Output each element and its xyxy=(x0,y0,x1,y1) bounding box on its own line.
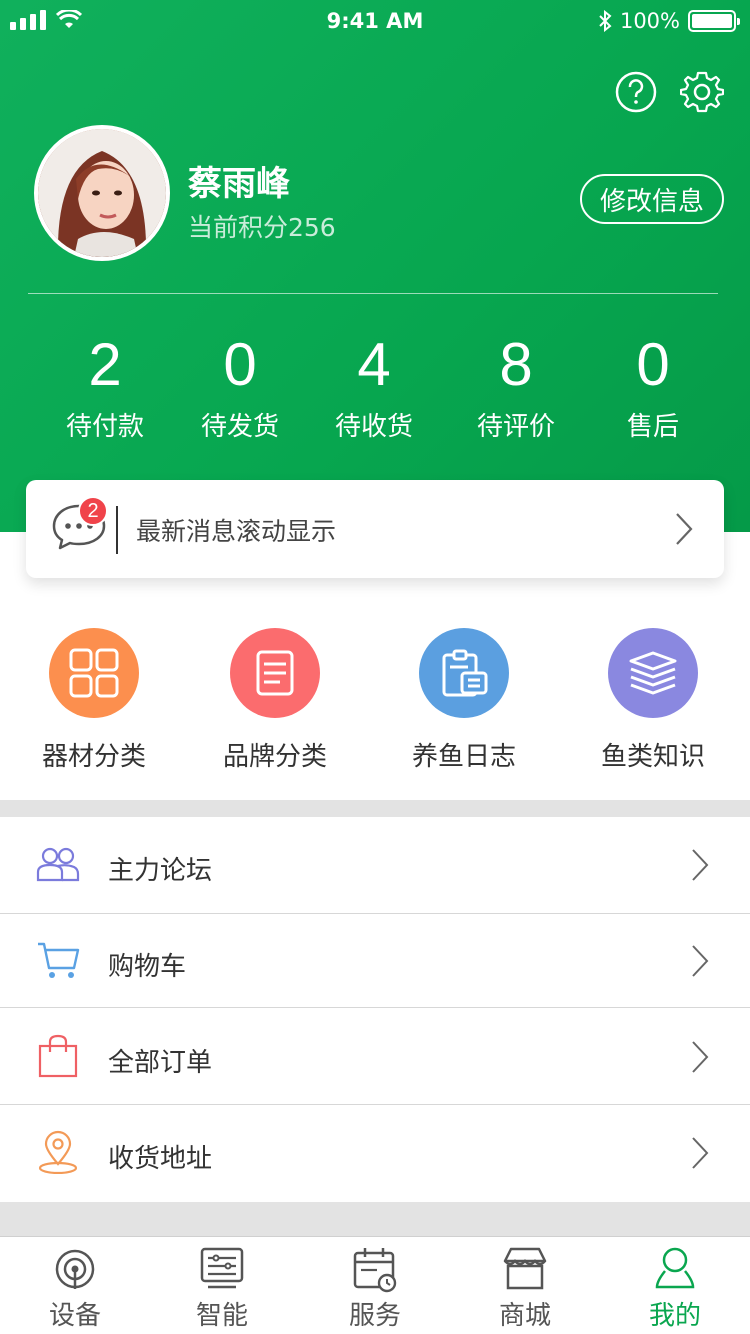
message-text: 最新消息滚动显示 xyxy=(136,517,337,546)
menu-item-orders[interactable]: 全部订单 xyxy=(0,1010,750,1104)
stat-label: 待评价 xyxy=(476,412,555,442)
stat-count: 4 xyxy=(357,331,391,398)
menu-item-forum[interactable]: 主力论坛 xyxy=(0,818,750,912)
message-separator xyxy=(116,506,118,554)
stat-label: 售后 xyxy=(626,412,679,442)
category-icon-circle xyxy=(49,628,139,718)
category-equipment[interactable]: 器材分类 xyxy=(4,628,184,773)
chevron-right-icon xyxy=(676,513,693,545)
status-bar: 9:41 AM 100% xyxy=(0,0,750,44)
category-label: 器材分类 xyxy=(41,742,146,772)
category-label: 品牌分类 xyxy=(222,742,327,772)
cart-icon xyxy=(38,942,80,978)
menu-label: 收货地址 xyxy=(108,1144,213,1174)
stat-count: 2 xyxy=(88,331,122,398)
help-icon[interactable] xyxy=(614,70,658,114)
edit-profile-button[interactable]: 修改信息 xyxy=(580,174,724,224)
tab-profile[interactable]: 我的 xyxy=(600,1237,750,1334)
list-doc-icon xyxy=(256,650,294,696)
menu-label: 购物车 xyxy=(108,952,187,982)
stat-count: 0 xyxy=(636,331,670,398)
chevron-right-icon xyxy=(692,945,709,977)
tab-smart[interactable]: 智能 xyxy=(147,1237,297,1334)
stat-count: 0 xyxy=(223,331,257,398)
stat-pending-receipt[interactable]: 4 待收货 xyxy=(304,330,444,443)
row-divider xyxy=(0,1007,750,1008)
stat-pending-review[interactable]: 8 待评价 xyxy=(446,330,586,443)
chevron-right-icon xyxy=(692,1137,709,1169)
stat-count: 8 xyxy=(499,331,533,398)
stat-after-sales[interactable]: 0 售后 xyxy=(583,330,723,443)
clipboard-icon xyxy=(442,649,488,697)
stat-label: 待付款 xyxy=(65,412,144,442)
category-icon-circle xyxy=(419,628,509,718)
order-stats: 2 待付款 0 待发货 4 待收货 8 待评价 0 售后 xyxy=(0,330,750,450)
chevron-right-icon xyxy=(692,1041,709,1073)
service-icon xyxy=(353,1248,397,1293)
tab-label: 服务 xyxy=(348,1301,401,1331)
smart-icon xyxy=(200,1247,244,1289)
profile-header: 9:41 AM 100% 蔡雨峰 当前积分256 修改信息 2 待付款 0 待发… xyxy=(0,0,750,532)
avatar[interactable] xyxy=(34,125,170,261)
chevron-right-icon xyxy=(692,849,709,881)
tab-service[interactable]: 服务 xyxy=(300,1237,450,1334)
bottom-spacer xyxy=(0,1202,750,1236)
row-divider xyxy=(0,1104,750,1105)
menu-item-address[interactable]: 收货地址 xyxy=(0,1106,750,1200)
user-name: 蔡雨峰 xyxy=(188,164,290,204)
grid-icon xyxy=(69,648,119,698)
book-stack-icon xyxy=(629,651,677,695)
category-icon-circle xyxy=(608,628,698,718)
category-label: 养鱼日志 xyxy=(411,742,516,772)
stat-pending-shipment[interactable]: 0 待发货 xyxy=(170,330,310,443)
people-icon xyxy=(36,847,80,882)
stat-pending-payment[interactable]: 2 待付款 xyxy=(35,330,175,443)
tab-store[interactable]: 商城 xyxy=(450,1237,600,1334)
tab-label: 商城 xyxy=(498,1301,551,1331)
stat-label: 待发货 xyxy=(200,412,279,442)
avatar-portrait xyxy=(38,129,166,257)
tab-label: 设备 xyxy=(48,1301,101,1331)
user-points: 当前积分256 xyxy=(188,213,336,242)
stat-label: 待收货 xyxy=(334,412,413,442)
store-icon xyxy=(503,1247,547,1290)
device-icon xyxy=(55,1249,95,1289)
tab-device[interactable]: 设备 xyxy=(0,1237,150,1334)
message-badge: 2 xyxy=(78,496,108,526)
tab-label: 智能 xyxy=(195,1301,248,1331)
category-icon-circle xyxy=(230,628,320,718)
category-label: 鱼类知识 xyxy=(600,742,705,772)
location-icon xyxy=(38,1130,78,1174)
menu-label: 全部订单 xyxy=(108,1048,213,1078)
bag-icon xyxy=(38,1034,78,1078)
gear-icon[interactable] xyxy=(680,70,724,114)
menu-label: 主力论坛 xyxy=(108,856,213,886)
header-divider xyxy=(28,293,718,294)
section-separator xyxy=(0,800,750,817)
battery-percent: 100% xyxy=(619,9,680,33)
profile-icon xyxy=(655,1247,695,1289)
category-fish-log[interactable]: 养鱼日志 xyxy=(374,628,554,773)
tab-label: 我的 xyxy=(648,1301,701,1331)
battery-icon xyxy=(688,10,740,32)
message-ticker[interactable]: 2 最新消息滚动显示 xyxy=(26,480,724,578)
category-fish-knowledge[interactable]: 鱼类知识 xyxy=(563,628,743,773)
menu-item-cart[interactable]: 购物车 xyxy=(0,914,750,1008)
category-grid: 器材分类 品牌分类 养鱼日志 鱼类知识 xyxy=(0,628,750,778)
bluetooth-icon xyxy=(599,10,612,32)
category-brand[interactable]: 品牌分类 xyxy=(185,628,365,773)
tab-bar: 设备 智能 服务 商城 我的 xyxy=(0,1236,750,1334)
